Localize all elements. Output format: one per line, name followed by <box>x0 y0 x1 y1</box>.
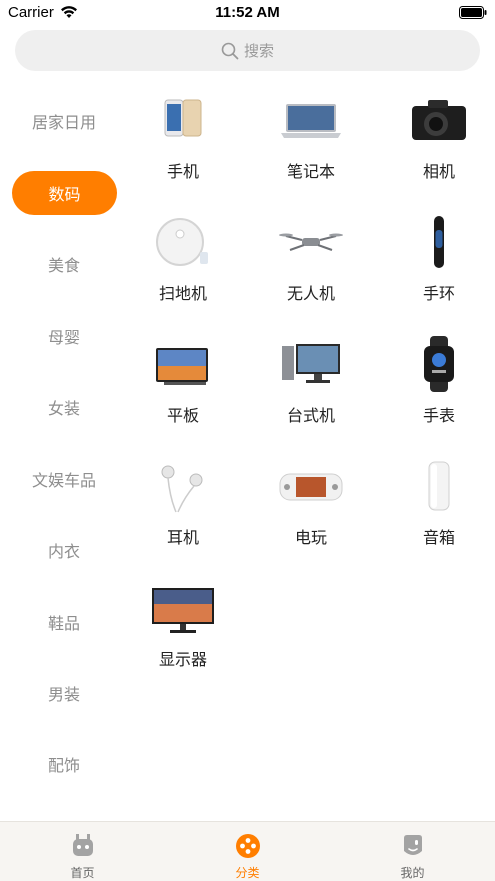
grid-item-smartwatch[interactable]: 手表 <box>384 330 494 440</box>
grid-item-camera[interactable]: 相机 <box>384 86 494 196</box>
grid-item-label: 相机 <box>422 164 455 181</box>
grid-item-label: 平板 <box>166 408 199 425</box>
sidebar-item-label: 男装 <box>47 687 80 704</box>
status-bar: Carrier 11:52 AM <box>0 0 495 26</box>
grid-item-desktop[interactable]: 台式机 <box>256 330 366 440</box>
tab-label: 首页 <box>70 866 95 880</box>
sidebar-item-shoes[interactable]: 鞋品 <box>0 600 128 644</box>
grid-item-phone[interactable]: 手机 <box>128 86 238 196</box>
sidebar-item-menswear[interactable]: 男装 <box>0 671 128 715</box>
tab-category[interactable]: 分类 <box>165 822 330 881</box>
sidebar-item-digital[interactable]: 数码 <box>12 171 117 215</box>
sidebar-item-label: 美食 <box>47 258 80 275</box>
sidebar-item-label: 配饰 <box>47 758 80 775</box>
profile-icon <box>404 835 422 855</box>
camera-icon <box>412 100 466 140</box>
desktop-icon <box>282 344 340 383</box>
tab-home[interactable]: 首页 <box>0 822 165 881</box>
tab-label: 分类 <box>235 866 260 880</box>
tab-bar: 首页 分类 我的 <box>0 821 495 881</box>
grid-item-monitor[interactable]: 显示器 <box>128 574 238 684</box>
grid-item-label: 显示器 <box>158 652 207 669</box>
sidebar-item-accessories[interactable]: 配饰 <box>0 742 128 786</box>
grid-item-game-console[interactable]: 电玩 <box>256 452 366 562</box>
grid-item-label: 耳机 <box>166 530 199 547</box>
phone-icon <box>164 99 202 137</box>
grid-item-label: 笔记本 <box>286 164 335 181</box>
status-time: 11:52 AM <box>215 4 280 21</box>
sidebar-item-label: 内衣 <box>47 544 80 561</box>
home-robot-icon <box>73 834 93 856</box>
grid-item-laptop[interactable]: 笔记本 <box>256 86 366 196</box>
earphones-icon <box>161 465 203 513</box>
grid-item-robot-vacuum[interactable]: 扫地机 <box>128 208 238 318</box>
game-console-icon <box>279 473 343 501</box>
tab-profile[interactable]: 我的 <box>330 822 495 881</box>
sidebar-item-underwear[interactable]: 内衣 <box>0 528 128 572</box>
grid-item-label: 台式机 <box>286 408 335 425</box>
grid-item-label: 扫地机 <box>158 286 207 303</box>
grid-item-label: 电玩 <box>294 530 327 547</box>
category-icon <box>236 834 260 858</box>
grid-item-label: 音箱 <box>422 530 455 547</box>
tablet-icon <box>156 348 208 385</box>
grid-item-earphones[interactable]: 耳机 <box>128 452 238 562</box>
sidebar-item-label: 鞋品 <box>47 616 80 633</box>
grid-item-label: 无人机 <box>286 286 335 303</box>
robot-vacuum-icon <box>156 218 208 266</box>
sidebar-item-entertainment-car[interactable]: 文娱车品 <box>0 457 128 501</box>
sidebar-item-womens-wear[interactable]: 女装 <box>0 385 128 429</box>
grid-item-drone[interactable]: 无人机 <box>256 208 366 318</box>
smartwatch-icon <box>424 336 454 392</box>
sidebar-item-label: 文娱车品 <box>31 473 96 490</box>
grid-item-tablet[interactable]: 平板 <box>128 330 238 440</box>
sidebar-item-home-goods[interactable]: 居家日用 <box>0 99 128 143</box>
sidebar-item-food[interactable]: 美食 <box>0 242 128 286</box>
sidebar-item-label: 女装 <box>47 401 80 418</box>
grid-item-speaker[interactable]: 音箱 <box>384 452 494 562</box>
grid-item-label: 手机 <box>166 164 199 181</box>
tab-label: 我的 <box>400 866 425 880</box>
search-placeholder: 搜索 <box>243 43 274 60</box>
battery-icon <box>459 6 487 19</box>
search-icon <box>221 42 239 59</box>
sidebar-item-baby[interactable]: 母婴 <box>0 314 128 358</box>
sidebar-item-label: 数码 <box>48 187 81 204</box>
grid-item-label: 手表 <box>422 408 455 425</box>
grid-item-fitness-band[interactable]: 手环 <box>384 208 494 318</box>
grid-item-label: 手环 <box>422 286 455 303</box>
laptop-icon <box>281 104 341 138</box>
speaker-icon <box>428 461 450 511</box>
monitor-icon <box>152 588 214 633</box>
sidebar-item-label: 居家日用 <box>31 115 96 132</box>
sidebar-item-label: 母婴 <box>47 330 80 347</box>
search-bar[interactable]: 搜索 <box>15 30 480 71</box>
drone-icon <box>279 233 343 251</box>
fitness-band-icon <box>434 216 444 268</box>
